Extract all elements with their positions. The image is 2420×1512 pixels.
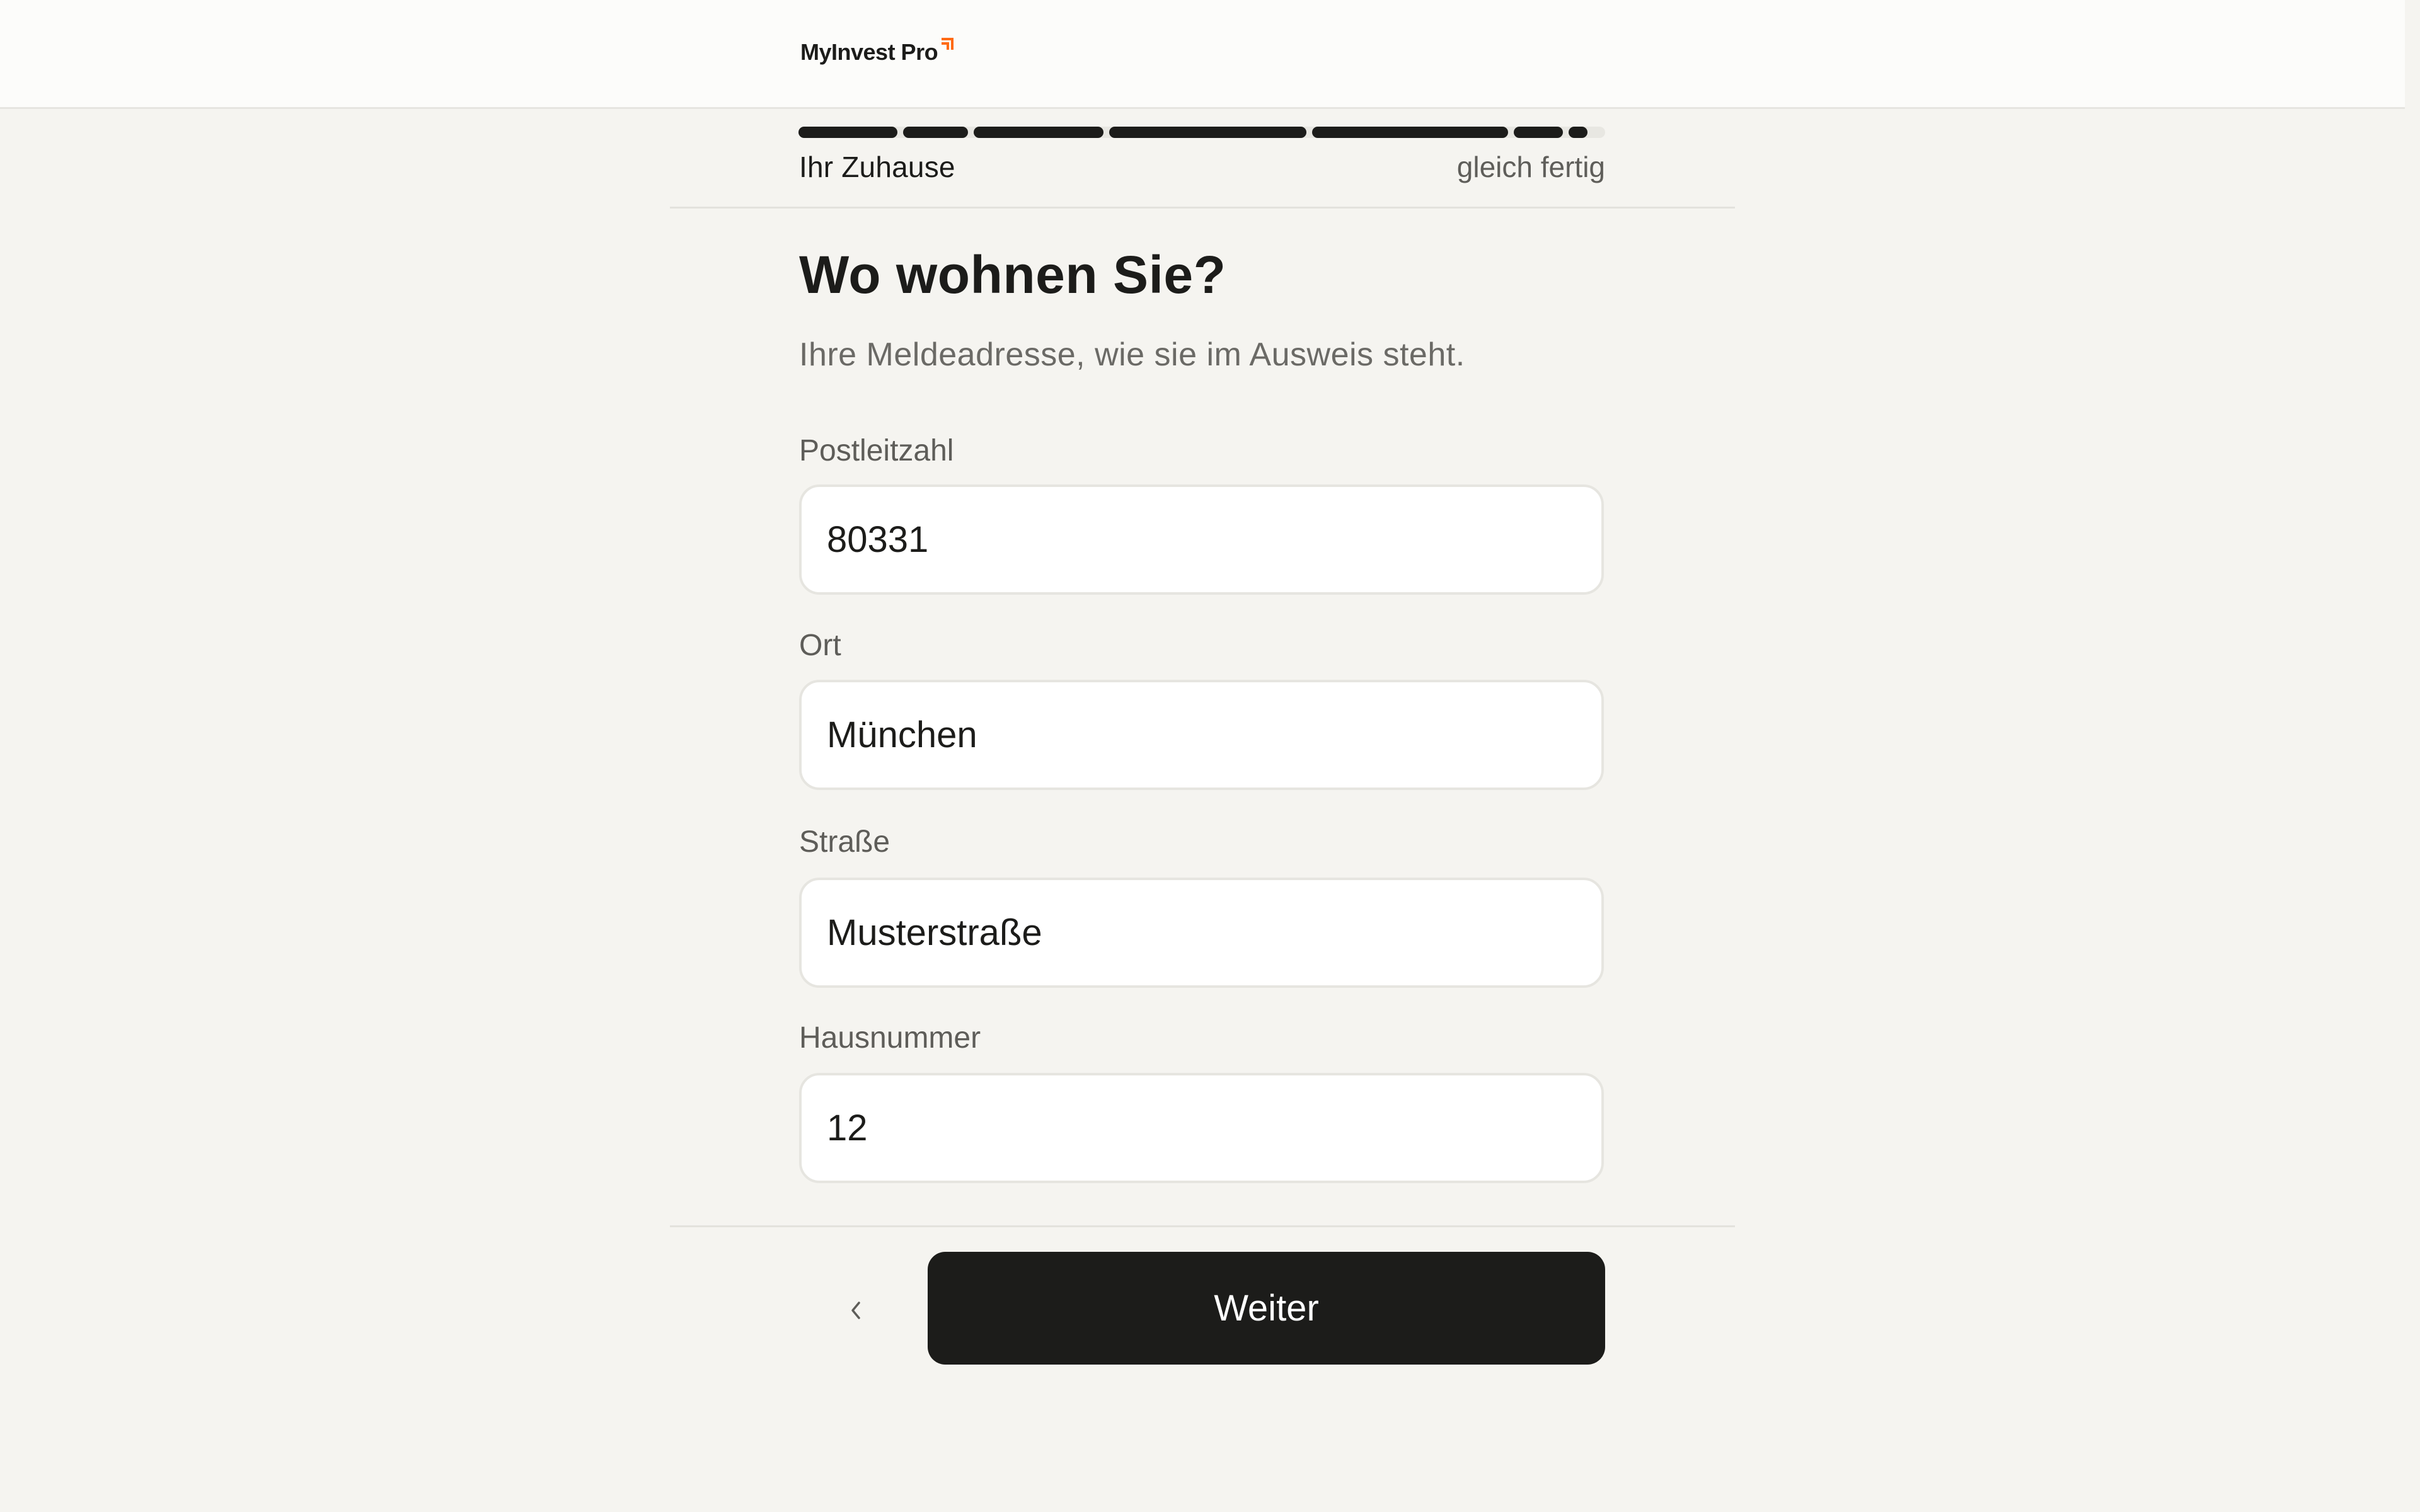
page-subtitle: Ihre Meldeadresse, wie sie im Ausweis st…	[799, 336, 1465, 373]
top-bar: MyInvest Pro	[0, 0, 2405, 109]
divider	[670, 1225, 1735, 1227]
arrow-up-right-icon	[942, 38, 954, 50]
back-button[interactable]	[826, 1285, 886, 1336]
logo[interactable]: MyInvest Pro	[800, 38, 956, 66]
chevron-left-icon	[851, 1302, 860, 1319]
progress-segment	[798, 127, 897, 138]
house-number-input[interactable]	[799, 1073, 1604, 1183]
next-button[interactable]: Weiter	[928, 1252, 1605, 1365]
page-title: Wo wohnen Sie?	[799, 245, 1226, 304]
progress-segment	[1312, 127, 1508, 138]
street-input[interactable]	[799, 878, 1604, 988]
city-input[interactable]	[799, 680, 1604, 790]
divider	[670, 207, 1735, 209]
progress-segment	[974, 127, 1103, 138]
step-label: Ihr Zuhause	[799, 151, 955, 183]
scroll-gutter	[2405, 0, 2420, 1512]
step-status: gleich fertig	[1456, 151, 1605, 183]
progress-segment	[903, 127, 968, 138]
progress-segment	[1109, 127, 1306, 138]
logo-text: MyInvest Pro	[800, 39, 938, 65]
progress-bar	[798, 127, 1605, 138]
city-label: Ort	[799, 629, 841, 662]
progress-segment	[1569, 127, 1587, 138]
house-number-label: Hausnummer	[799, 1021, 981, 1055]
postal-code-label: Postleitzahl	[799, 434, 954, 467]
street-label: Straße	[799, 825, 890, 859]
postal-code-input[interactable]	[799, 484, 1604, 595]
progress-segment	[1514, 127, 1563, 138]
